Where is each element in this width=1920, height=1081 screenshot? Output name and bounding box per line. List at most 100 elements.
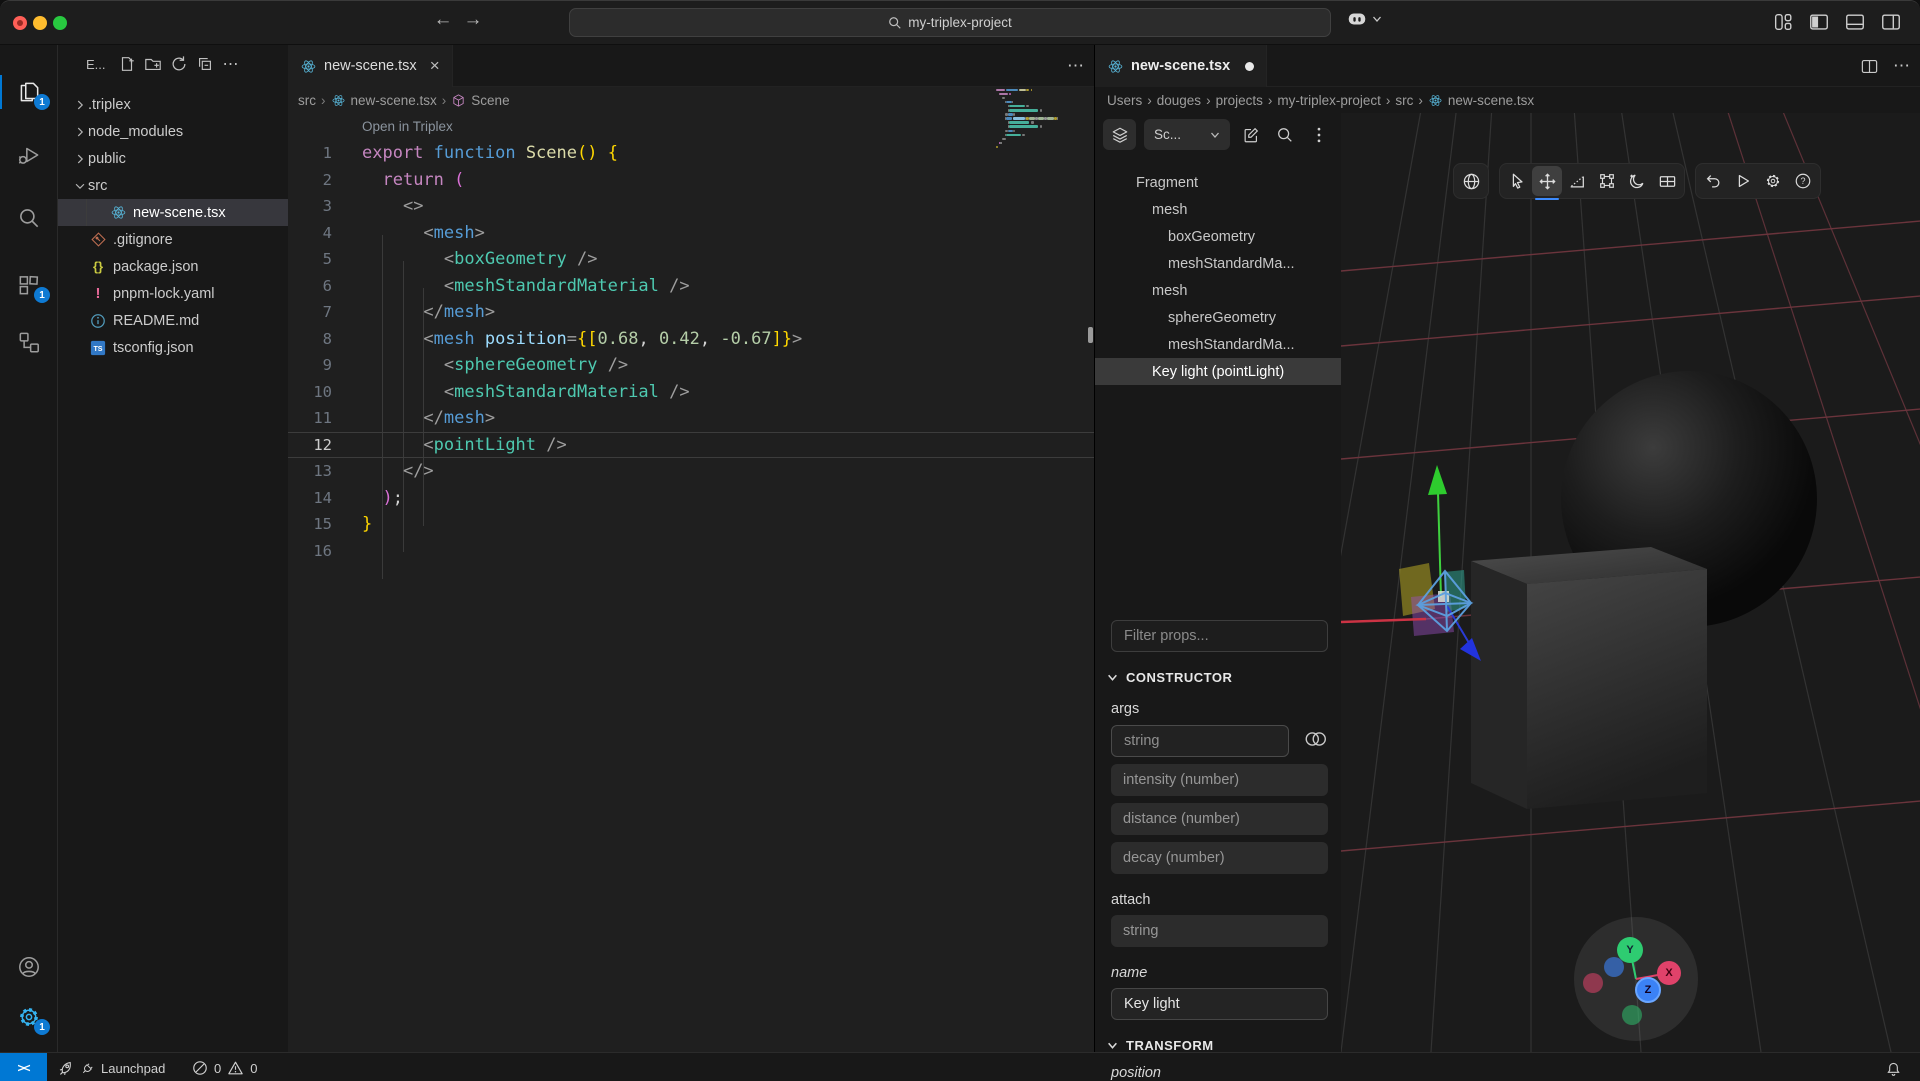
arg-string-input[interactable]: string xyxy=(1111,725,1289,757)
launchpad-status-item[interactable]: Launchpad xyxy=(57,1053,165,1081)
notifications-status-item[interactable] xyxy=(1885,1053,1902,1081)
crumb-file[interactable]: new-scene.tsx xyxy=(1448,93,1534,108)
accounts-button[interactable] xyxy=(0,942,58,992)
filter-props-input[interactable]: Filter props... xyxy=(1111,620,1328,652)
file-row-public[interactable]: public xyxy=(58,145,288,172)
remote-indicator[interactable]: >< xyxy=(0,1053,47,1081)
tab-triplex-new-scene[interactable]: new-scene.tsx xyxy=(1095,45,1267,87)
code-line-1[interactable]: 1export function Scene() { xyxy=(288,140,1094,167)
sidebar-item-extensions[interactable]: 1 xyxy=(0,260,58,310)
code-line-16[interactable]: 16 xyxy=(288,538,1094,565)
help-button[interactable]: ? xyxy=(1788,166,1818,196)
file-row-tsconfig-json[interactable]: TStsconfig.json xyxy=(58,334,288,361)
crumb-project[interactable]: my-triplex-project xyxy=(1277,93,1381,108)
code-line-2[interactable]: 2 return ( xyxy=(288,167,1094,194)
minimize-traffic-light[interactable] xyxy=(33,16,47,30)
layers-button[interactable] xyxy=(1103,119,1136,150)
play-button[interactable] xyxy=(1728,166,1758,196)
file-row-package-json[interactable]: {}package.json xyxy=(58,253,288,280)
axis-x-ball[interactable]: X xyxy=(1657,961,1681,985)
copilot-menu[interactable] xyxy=(1346,11,1382,27)
file-row-new-scene-tsx[interactable]: new-scene.tsx xyxy=(58,199,288,226)
code-line-7[interactable]: 7 </mesh> xyxy=(288,299,1094,326)
axis-neg-z-ball[interactable] xyxy=(1604,957,1624,977)
code-line-10[interactable]: 10 <meshStandardMaterial /> xyxy=(288,379,1094,406)
pointlight-gizmo[interactable] xyxy=(1341,465,1481,661)
panel-more-actions-icon[interactable]: ⋯ xyxy=(1893,56,1910,76)
code-line-3[interactable]: 3 <> xyxy=(288,193,1094,220)
toggle-primary-sidebar-icon[interactable] xyxy=(1808,11,1830,33)
code-line-4[interactable]: 4 <mesh> xyxy=(288,220,1094,247)
forward-arrow-icon[interactable]: → xyxy=(460,9,486,31)
customize-layout-icon[interactable] xyxy=(1772,11,1794,33)
code-line-13[interactable]: 13 </> xyxy=(288,458,1094,485)
breadcrumb-src[interactable]: src xyxy=(298,93,316,108)
crumb-projects[interactable]: projects xyxy=(1216,93,1263,108)
arg-intensity-input[interactable]: intensity (number) xyxy=(1111,764,1328,796)
code-line-11[interactable]: 11 </mesh> xyxy=(288,405,1094,432)
crumb-users[interactable]: Users xyxy=(1107,93,1142,108)
scene-node-meshstandardma-[interactable]: meshStandardMa... xyxy=(1095,250,1341,277)
close-icon[interactable]: × xyxy=(430,56,440,76)
split-editor-icon[interactable] xyxy=(1860,57,1879,76)
arg-distance-input[interactable]: distance (number) xyxy=(1111,803,1328,835)
scene-node-key-light-pointlight-[interactable]: Key light (pointLight) xyxy=(1095,358,1341,385)
sidebar-item-run-debug[interactable] xyxy=(0,130,58,180)
file-row-pnpm-lock-yaml[interactable]: !pnpm-lock.yaml xyxy=(58,280,288,307)
rotate-tool-button[interactable] xyxy=(1562,166,1592,196)
toggle-secondary-sidebar-icon[interactable] xyxy=(1880,11,1902,33)
problems-status-item[interactable]: 0 0 xyxy=(192,1053,257,1081)
scene-node-mesh[interactable]: mesh xyxy=(1095,277,1341,304)
refresh-icon[interactable] xyxy=(166,52,192,76)
file-row-src[interactable]: src xyxy=(58,172,288,199)
scene-node-fragment[interactable]: Fragment xyxy=(1095,169,1341,196)
orientation-gizmo[interactable]: Y X Z xyxy=(1574,917,1698,1041)
code-line-15[interactable]: 15} xyxy=(288,511,1094,538)
scene-node-boxgeometry[interactable]: boxGeometry xyxy=(1095,223,1341,250)
code-editor[interactable]: Open in Triplex 1export function Scene()… xyxy=(288,113,1094,1052)
settings-button[interactable]: 1 xyxy=(0,992,58,1042)
breadcrumb-symbol[interactable]: Scene xyxy=(471,93,509,108)
attach-input[interactable]: string xyxy=(1111,915,1328,947)
arg-decay-input[interactable]: decay (number) xyxy=(1111,842,1328,874)
file-row--triplex[interactable]: .triplex xyxy=(58,91,288,118)
search-scene-icon[interactable] xyxy=(1272,120,1298,150)
new-file-icon[interactable] xyxy=(114,52,140,76)
code-line-6[interactable]: 6 <meshStandardMaterial /> xyxy=(288,273,1094,300)
close-traffic-light[interactable] xyxy=(13,16,27,30)
file-row--gitignore[interactable]: .gitignore xyxy=(58,226,288,253)
scene-node-meshstandardma-[interactable]: meshStandardMa... xyxy=(1095,331,1341,358)
command-center-search[interactable]: my-triplex-project xyxy=(569,8,1331,37)
back-arrow-icon[interactable]: ← xyxy=(430,9,456,31)
collapse-all-icon[interactable] xyxy=(192,52,218,76)
sidebar-item-explorer[interactable]: 1 xyxy=(0,67,58,117)
code-line-8[interactable]: 8 <mesh position={[0.68, 0.42, -0.67]}> xyxy=(288,326,1094,353)
box-mesh[interactable] xyxy=(1471,547,1707,809)
crumb-src[interactable]: src xyxy=(1395,93,1413,108)
scene-node-spheregeometry[interactable]: sphereGeometry xyxy=(1095,304,1341,331)
kebab-menu-icon[interactable] xyxy=(1306,120,1332,150)
select-tool-button[interactable] xyxy=(1502,166,1532,196)
3d-viewport[interactable]: ? Y X Z xyxy=(1341,113,1920,1052)
more-actions-icon[interactable]: ⋯ xyxy=(218,52,244,76)
viewport-settings-button[interactable] xyxy=(1758,166,1788,196)
undo-button[interactable] xyxy=(1698,166,1728,196)
tab-new-scene[interactable]: new-scene.tsx × xyxy=(288,45,453,87)
scene-node-mesh[interactable]: mesh xyxy=(1095,196,1341,223)
codelens-open-in-triplex[interactable]: Open in Triplex xyxy=(362,119,453,134)
editor-more-actions-icon[interactable]: ⋯ xyxy=(1067,56,1084,76)
code-line-14[interactable]: 14 ); xyxy=(288,485,1094,512)
sidebar-item-search[interactable] xyxy=(0,193,58,243)
zoom-traffic-light[interactable] xyxy=(53,16,67,30)
toggle-panel-icon[interactable] xyxy=(1844,11,1866,33)
scale-tool-button[interactable] xyxy=(1592,166,1622,196)
axis-neg-y-ball[interactable] xyxy=(1622,1005,1642,1025)
new-folder-icon[interactable] xyxy=(140,52,166,76)
breadcrumb-file[interactable]: new-scene.tsx xyxy=(351,93,437,108)
axis-neg-x-ball[interactable] xyxy=(1583,973,1603,993)
toggle-prop-type-icon[interactable] xyxy=(1303,730,1329,753)
code-line-9[interactable]: 9 <sphereGeometry /> xyxy=(288,352,1094,379)
name-input[interactable]: Key light xyxy=(1111,988,1328,1020)
axis-z-ball[interactable]: Z xyxy=(1635,977,1661,1003)
edit-scene-icon[interactable] xyxy=(1238,120,1264,150)
